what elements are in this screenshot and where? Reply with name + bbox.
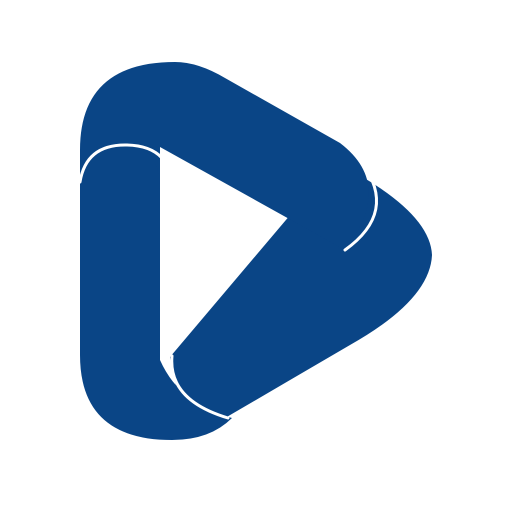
app-icon-canvas — [0, 0, 512, 512]
play-button-icon — [78, 62, 432, 440]
